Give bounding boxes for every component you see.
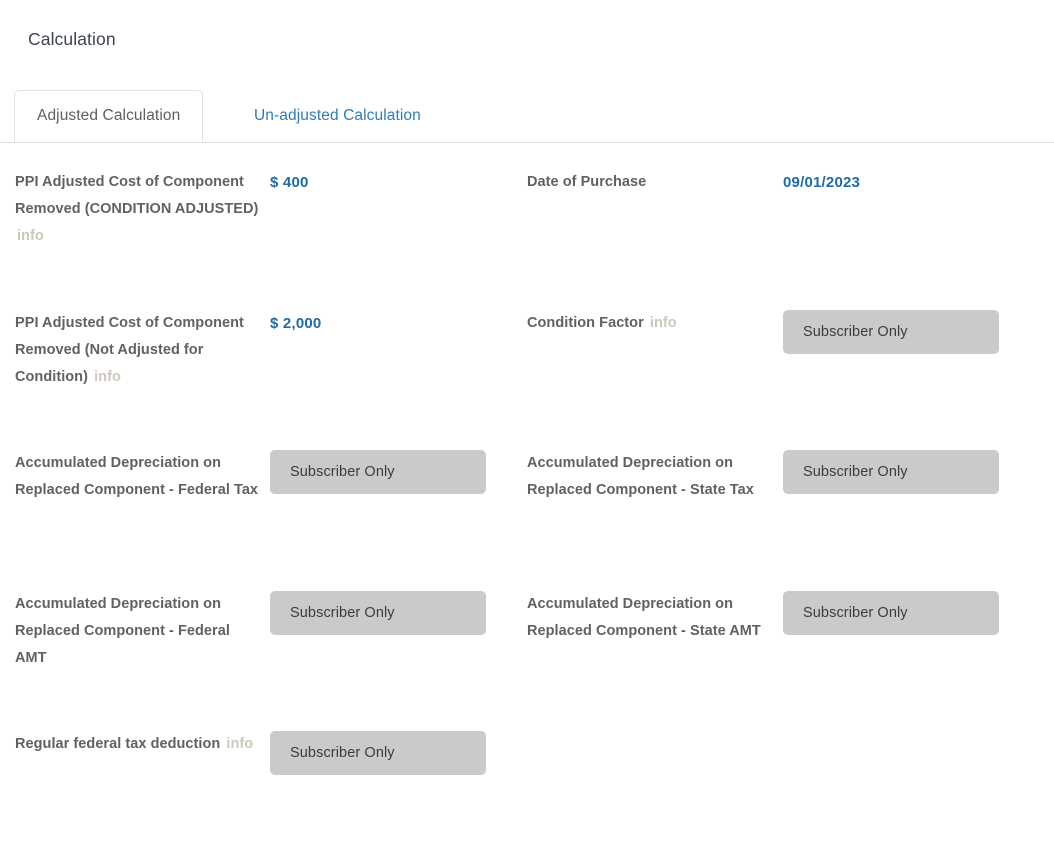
field-row: PPI Adjusted Cost of Component Removed (… (0, 310, 1054, 450)
field-value-cell: Subscriber Only (270, 450, 520, 494)
field-value-text: $ 400 (270, 169, 520, 196)
field-label-text: Accumulated Depreciation on Replaced Com… (527, 596, 761, 639)
field-label-condition-factor: Condition Factor info (527, 310, 772, 337)
subscriber-only-badge[interactable]: Subscriber Only (270, 450, 486, 494)
field-label-cell: Condition Factor info (527, 310, 772, 337)
info-icon[interactable]: info (15, 228, 44, 244)
subscriber-only-badge[interactable]: Subscriber Only (270, 731, 486, 775)
field-label-text: Date of Purchase (527, 174, 646, 190)
field-row: Accumulated Depreciation on Replaced Com… (0, 591, 1054, 731)
tab-label: Adjusted Calculation (37, 107, 180, 125)
field-label-cell: Accumulated Depreciation on Replaced Com… (15, 591, 260, 672)
field-label-date-of-purchase: Date of Purchase (527, 169, 772, 196)
field-label-accumulated-depreciation-on-replaced-component-s: Accumulated Depreciation on Replaced Com… (527, 591, 772, 645)
field-value-cell: Subscriber Only (783, 450, 1033, 494)
field-label-text: Accumulated Depreciation on Replaced Com… (15, 596, 230, 666)
info-icon[interactable]: info (648, 315, 677, 331)
field-label-ppi-adjusted-cost-of-component-removed-not-adjus: PPI Adjusted Cost of Component Removed (… (15, 310, 260, 391)
field-label-accumulated-depreciation-on-replaced-component-f: Accumulated Depreciation on Replaced Com… (15, 450, 260, 504)
subscriber-only-badge[interactable]: Subscriber Only (783, 310, 999, 354)
field-label-text: PPI Adjusted Cost of Component Removed (… (15, 315, 244, 385)
field-value-text: 09/01/2023 (783, 169, 1033, 196)
tab-label: Un-adjusted Calculation (254, 107, 421, 125)
field-value-cell: 09/01/2023 (783, 169, 1033, 196)
tab-unadjusted-calculation[interactable]: Un-adjusted Calculation (235, 90, 440, 142)
subscriber-only-badge[interactable]: Subscriber Only (270, 591, 486, 635)
field-label-cell: Accumulated Depreciation on Replaced Com… (527, 450, 772, 504)
field-label-text: Accumulated Depreciation on Replaced Com… (527, 455, 754, 498)
calculation-field-grid: PPI Adjusted Cost of Component Removed (… (0, 143, 1054, 793)
field-value-cell: $ 400 (270, 169, 520, 196)
field-value-cell: Subscriber Only (783, 310, 1033, 354)
field-label-text: Accumulated Depreciation on Replaced Com… (15, 455, 258, 498)
field-label-cell: Accumulated Depreciation on Replaced Com… (15, 450, 260, 504)
field-label-cell: Regular federal tax deduction info (15, 731, 260, 758)
tab-strip: Adjusted Calculation Un-adjusted Calcula… (0, 90, 1054, 143)
field-value-cell: $ 2,000 (270, 310, 520, 337)
field-label-cell: Accumulated Depreciation on Replaced Com… (527, 591, 772, 645)
field-row: PPI Adjusted Cost of Component Removed (… (0, 169, 1054, 310)
field-label-cell: PPI Adjusted Cost of Component Removed (… (15, 169, 260, 250)
page-title: Calculation (28, 29, 116, 50)
field-value-cell: Subscriber Only (270, 591, 520, 635)
tab-adjusted-calculation[interactable]: Adjusted Calculation (14, 90, 203, 142)
field-label-ppi-adjusted-cost-of-component-removed-condition: PPI Adjusted Cost of Component Removed (… (15, 169, 260, 250)
field-value-cell: Subscriber Only (270, 731, 520, 775)
field-label-regular-federal-tax-deduction: Regular federal tax deduction info (15, 731, 260, 758)
field-row: Accumulated Depreciation on Replaced Com… (0, 450, 1054, 591)
field-row: Regular federal tax deduction info Subscr… (0, 731, 1054, 841)
info-icon[interactable]: info (92, 369, 121, 385)
field-value-cell: Subscriber Only (783, 591, 1033, 635)
info-icon[interactable]: info (224, 736, 253, 752)
field-label-text: Regular federal tax deduction (15, 736, 220, 752)
field-label-accumulated-depreciation-on-replaced-component-f: Accumulated Depreciation on Replaced Com… (15, 591, 260, 672)
field-label-accumulated-depreciation-on-replaced-component-s: Accumulated Depreciation on Replaced Com… (527, 450, 772, 504)
field-label-text: PPI Adjusted Cost of Component Removed (… (15, 174, 258, 217)
field-value-text: $ 2,000 (270, 310, 520, 337)
field-label-text: Condition Factor (527, 315, 644, 331)
field-label-cell: Date of Purchase (527, 169, 772, 196)
field-label-cell: PPI Adjusted Cost of Component Removed (… (15, 310, 260, 391)
subscriber-only-badge[interactable]: Subscriber Only (783, 591, 999, 635)
subscriber-only-badge[interactable]: Subscriber Only (783, 450, 999, 494)
